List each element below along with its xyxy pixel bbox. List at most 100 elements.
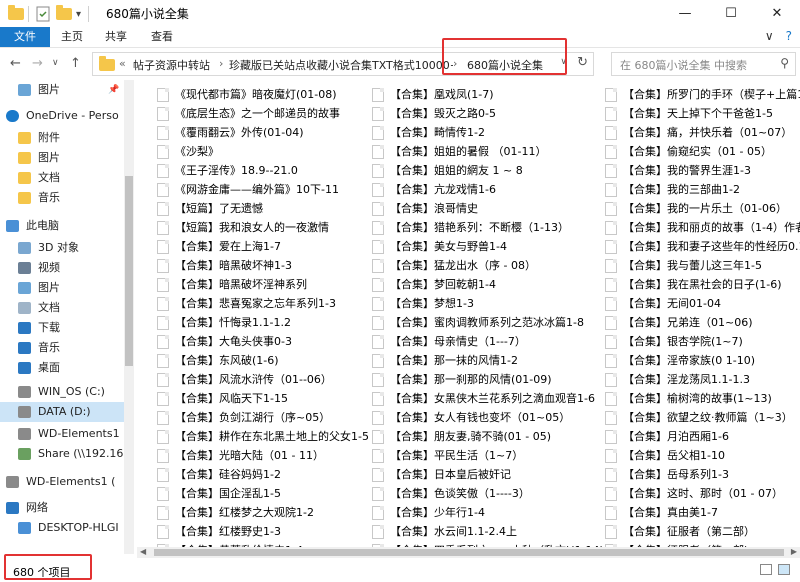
file-item[interactable]: 【合集】朋友妻,骑不骑(01 - 05) — [372, 427, 612, 447]
file-item[interactable]: 【合集】凰戏凤(1-7) — [372, 85, 612, 105]
sidebar-item[interactable]: DATA (D:) — [0, 402, 124, 422]
new-folder-icon[interactable] — [56, 5, 72, 22]
file-item[interactable]: 【合集】姐姐的暑假 （01-11） — [372, 142, 612, 162]
file-item[interactable]: 《覆雨翻云》外传(01-04) — [157, 123, 397, 143]
file-item[interactable]: 【合集】光暗大陆（01 - 11） — [157, 446, 397, 466]
file-item[interactable]: 【合集】我的警界生涯1-3 — [605, 161, 800, 181]
file-item[interactable]: 【合集】岳母系列1-3 — [605, 465, 800, 485]
sidebar-item[interactable]: 此电脑 — [0, 216, 124, 236]
sidebar-item[interactable]: 视频 — [0, 258, 124, 278]
sidebar-item[interactable]: 音乐 — [0, 188, 124, 208]
sidebar-item[interactable]: DESKTOP-HLGI — [0, 518, 124, 538]
help-icon[interactable]: ? — [786, 29, 792, 43]
file-item[interactable]: 【合集】水云间1.1-2.4上 — [372, 522, 612, 542]
file-item[interactable]: 【合集】畸情传1-2 — [372, 123, 612, 143]
minimize-button[interactable]: — — [662, 0, 708, 27]
horizontal-scrollbar[interactable]: ◀ ▶ — [137, 547, 800, 558]
file-item[interactable]: 【合集】淫龙荡凤1.1-1.3 — [605, 370, 800, 390]
file-item[interactable]: 【合集】痛，并快乐着（01~07） — [605, 123, 800, 143]
file-item[interactable]: 【短篇】了无遗憾 — [157, 199, 397, 219]
file-item[interactable]: 【合集】所罗门的手环（楔子+上篇1-3 — [605, 85, 800, 105]
file-item[interactable]: 【合集】天上掉下个干爸爸1-5 — [605, 104, 800, 124]
file-item[interactable]: 【合集】那一刹那的风情(01-09) — [372, 370, 612, 390]
file-item[interactable]: 《底层生态》之一个邮递员的故事 — [157, 104, 397, 124]
file-item[interactable]: 【合集】我的一片乐土（01-06） — [605, 199, 800, 219]
file-item[interactable]: 【合集】东风破(1-6) — [157, 351, 397, 371]
sidebar-item[interactable]: 3D 对象 — [0, 238, 124, 258]
sidebar-item[interactable]: WD-Elements1 — [0, 424, 124, 444]
recent-locations-chevron-icon[interactable]: ∨ — [52, 58, 59, 68]
tab-view[interactable]: 查看 — [142, 27, 182, 47]
file-item[interactable]: 【合集】毁灭之路0-5 — [372, 104, 612, 124]
file-item[interactable]: 【合集】梦回乾朝1-4 — [372, 275, 612, 295]
file-item[interactable]: 【合集】兄弟连（01~06) — [605, 313, 800, 333]
details-view-icon[interactable] — [760, 564, 772, 575]
scroll-thumb[interactable] — [125, 176, 133, 366]
file-item[interactable]: 【合集】猛龙出水（序 - 08） — [372, 256, 612, 276]
file-item[interactable]: 【合集】国企淫乱1-5 — [157, 484, 397, 504]
file-item[interactable]: 【合集】风临天下1-15 — [157, 389, 397, 409]
file-item[interactable]: 【合集】暗黑破坏神1-3 — [157, 256, 397, 276]
file-item[interactable]: 【合集】偷窥纪实（01 - 05） — [605, 142, 800, 162]
file-item[interactable]: 【合集】少年行1-4 — [372, 503, 612, 523]
sidebar-item[interactable]: 网络 — [0, 498, 124, 518]
file-item[interactable]: 【合集】姐姐的網友 1 ~ 8 — [372, 161, 612, 181]
file-item[interactable]: 【合集】月泊西厢1-6 — [605, 427, 800, 447]
breadcrumb-separator[interactable]: › — [219, 57, 223, 70]
file-item[interactable]: 《现代都市篇》暗夜魔灯(01-08) — [157, 85, 397, 105]
file-item[interactable]: 【合集】我的三部曲1-2 — [605, 180, 800, 200]
back-arrow-icon[interactable]: ← — [10, 56, 21, 71]
sidebar-item[interactable]: WD-Elements1 ( — [0, 472, 124, 492]
file-item[interactable]: 【合集】淫帝家族(0 1-10) — [605, 351, 800, 371]
file-item[interactable]: 【合集】风流水浒传（01--06） — [157, 370, 397, 390]
file-item[interactable]: 【合集】真由美1-7 — [605, 503, 800, 523]
file-item[interactable]: 【合集】女黑侠木兰花系列之滴血观音1-6 — [372, 389, 612, 409]
file-item[interactable]: 【合集】忏悔录1.1-1.2 — [157, 313, 397, 333]
file-item[interactable]: 【合集】女人有钱也变坏（01~05） — [372, 408, 612, 428]
file-item[interactable]: 【合集】悲喜冤家之忘年系列1-3 — [157, 294, 397, 314]
refresh-icon[interactable]: ↻ — [577, 55, 588, 70]
file-item[interactable]: 【合集】美女与野兽1-4 — [372, 237, 612, 257]
file-item[interactable]: 《沙梨》 — [157, 142, 397, 162]
maximize-button[interactable]: ☐ — [708, 0, 754, 27]
file-item[interactable]: 【合集】母亲情史（1---7） — [372, 332, 612, 352]
file-item[interactable]: 【合集】硅谷妈妈1-2 — [157, 465, 397, 485]
sidebar-item[interactable]: 下载 — [0, 318, 124, 338]
file-item[interactable]: 【合集】银杏学院(1~7) — [605, 332, 800, 352]
file-item[interactable]: 【合集】我与蕾儿这三年1-5 — [605, 256, 800, 276]
customize-toolbar-icon[interactable]: ▾ — [76, 6, 81, 22]
expand-ribbon-icon[interactable]: ∨ — [765, 29, 774, 43]
file-item[interactable]: 【合集】暗黑破坏淫神系列 — [157, 275, 397, 295]
sidebar-item[interactable]: 图片 📌 — [0, 80, 124, 100]
file-item[interactable]: 【合集】日本皇后被奸记 — [372, 465, 612, 485]
sidebar-item[interactable]: 音乐 — [0, 338, 124, 358]
file-item[interactable]: 【合集】浪哥情史 — [372, 199, 612, 219]
file-item[interactable]: 【合集】爱在上海1-7 — [157, 237, 397, 257]
file-item[interactable]: 【合集】欲望之纹·教师篇（1~3） — [605, 408, 800, 428]
file-item[interactable]: 【合集】亢龙戏情1-6 — [372, 180, 612, 200]
breadcrumb-item[interactable]: 帖子资源中转站 — [133, 57, 210, 73]
search-input[interactable]: 在 680篇小说全集 中搜索 ⚲ — [611, 52, 796, 76]
sidebar-item[interactable]: 文档 — [0, 298, 124, 318]
file-item[interactable]: 【合集】无间01-04 — [605, 294, 800, 314]
file-item[interactable]: 【合集】耕作在东北黑土地上的父女1-5 — [157, 427, 397, 447]
file-item[interactable]: 【合集】红楼野史1-3 — [157, 522, 397, 542]
large-icons-view-icon[interactable] — [778, 564, 790, 575]
file-item[interactable]: 【合集】大龟头侠事0-3 — [157, 332, 397, 352]
scroll-left-icon[interactable]: ◀ — [140, 547, 146, 556]
navigation-scrollbar[interactable] — [124, 80, 134, 554]
file-item[interactable]: 【合集】那一抹的风情1-2 — [372, 351, 612, 371]
sidebar-item[interactable]: 文档 — [0, 168, 124, 188]
properties-icon[interactable] — [36, 6, 50, 22]
scroll-thumb[interactable] — [154, 549, 784, 556]
file-item[interactable]: 【短篇】我和浪女人的一夜激情 — [157, 218, 397, 238]
forward-arrow-icon[interactable]: → — [32, 56, 43, 71]
file-item[interactable]: 【合集】梦想1-3 — [372, 294, 612, 314]
file-item[interactable]: 《王子淫传》18.9--21.0 — [157, 161, 397, 181]
file-item[interactable]: 【合集】负剑江湖行（序~05） — [157, 408, 397, 428]
pin-icon[interactable]: 📌 — [108, 80, 119, 100]
sidebar-item[interactable]: OneDrive - Perso — [0, 106, 124, 126]
file-item[interactable]: 【合集】岳父相1-10 — [605, 446, 800, 466]
sidebar-item[interactable]: WIN_OS (C:) — [0, 382, 124, 402]
file-item[interactable]: 【合集】红楼梦之大观院1-2 — [157, 503, 397, 523]
